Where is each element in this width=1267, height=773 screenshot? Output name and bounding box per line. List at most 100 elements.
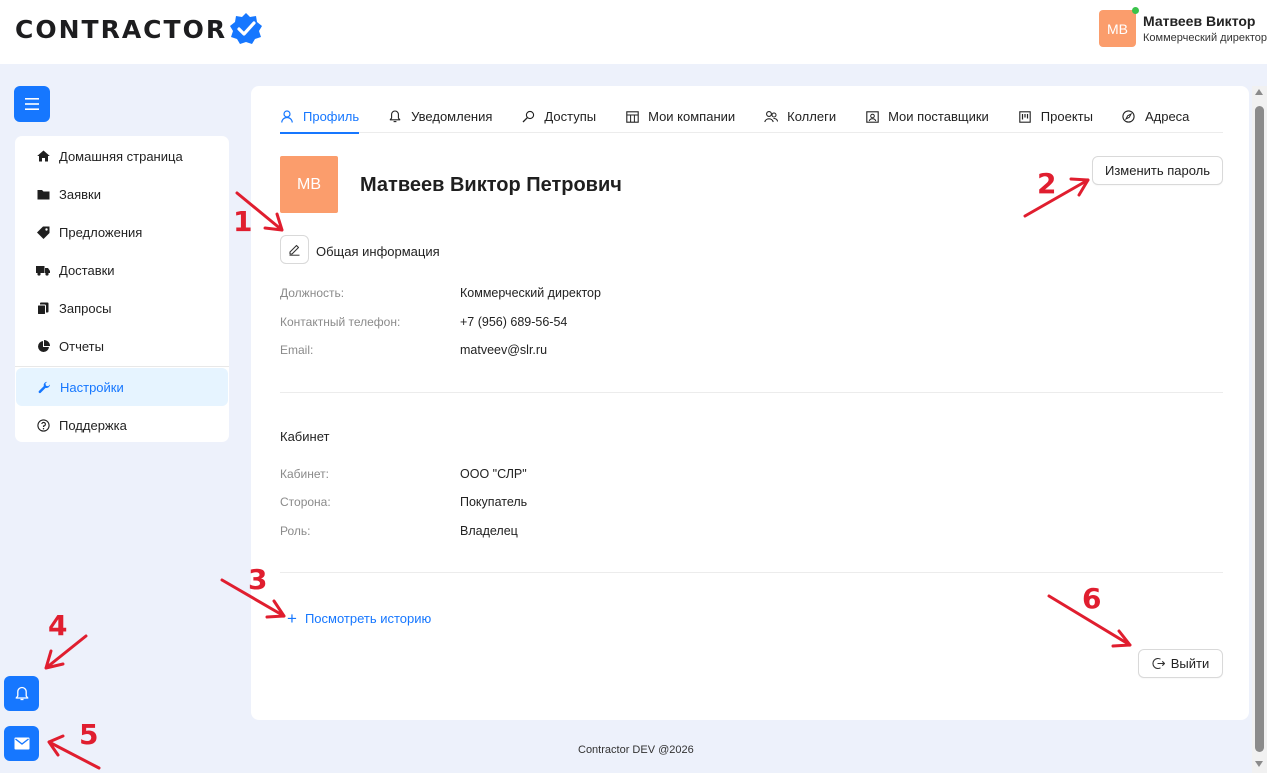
view-history-link[interactable]: + Посмотреть историю — [287, 610, 431, 627]
messages-float-button[interactable] — [4, 726, 39, 761]
user-name: Матвеев Виктор — [1143, 13, 1256, 29]
scroll-up-arrow-icon[interactable] — [1255, 89, 1263, 95]
truck-icon — [36, 263, 50, 277]
logo-text: CONTRACTOR — [15, 14, 228, 44]
project-icon — [1018, 110, 1032, 124]
settings-tabs: Профиль Уведомления Доступы Мои компании… — [280, 100, 1223, 134]
tab-label: Адреса — [1144, 109, 1190, 124]
cabinet-label: Кабинет: — [280, 467, 329, 481]
sidebar-item-support[interactable]: Поддержка — [15, 406, 229, 444]
profile-card: Профиль Уведомления Доступы Мои компании… — [251, 86, 1249, 720]
annotation-number-3: 3 — [248, 563, 268, 596]
side-value: Покупатель — [460, 495, 528, 509]
logo[interactable]: CONTRACTOR — [15, 12, 263, 46]
scroll-down-arrow-icon[interactable] — [1255, 761, 1263, 767]
user-menu[interactable]: MB Матвеев Виктор Коммерческий директор — [1099, 7, 1267, 47]
sidebar-item-offers[interactable]: Предложения — [15, 213, 229, 251]
general-info-title: Общая информация — [316, 244, 440, 259]
sidebar-item-deliveries[interactable]: Доставки — [15, 251, 229, 289]
cabinet-value: ООО "СЛР" — [460, 467, 527, 481]
menu-toggle-button[interactable] — [14, 86, 50, 122]
mail-icon — [14, 737, 29, 750]
role-value: Владелец — [460, 524, 518, 538]
home-icon — [36, 149, 50, 163]
edit-icon — [289, 244, 300, 256]
sidebar-item-home[interactable]: Домашняя страница — [15, 137, 229, 175]
online-status-dot — [1132, 7, 1139, 14]
user-icon — [280, 110, 294, 124]
annotation-number-5: 5 — [79, 718, 99, 751]
footer-text: Contractor DEV @2026 — [578, 744, 694, 756]
tab-colleagues[interactable]: Коллеги — [764, 100, 836, 133]
logout-button[interactable]: Выйти — [1138, 649, 1223, 678]
user-role: Коммерческий директор — [1143, 32, 1267, 44]
sidebar-nav: Домашняя страница Заявки Предложения Дос… — [15, 136, 229, 442]
verified-badge-icon — [230, 13, 263, 44]
tab-my-suppliers[interactable]: Мои поставщики — [865, 100, 989, 133]
sidebar-item-label: Предложения — [59, 224, 143, 240]
team-icon — [764, 110, 779, 124]
tab-label: Коллеги — [787, 109, 837, 124]
avatar: MB — [1099, 7, 1139, 47]
profile-avatar: MB — [280, 156, 338, 213]
logout-label: Выйти — [1170, 656, 1210, 671]
annotation-number-1: 1 — [233, 205, 253, 238]
tab-label: Мои компании — [648, 109, 736, 124]
position-label: Должность: — [280, 286, 345, 300]
section-divider — [280, 572, 1223, 573]
tab-projects[interactable]: Проекты — [1018, 100, 1093, 133]
edit-info-button[interactable] — [280, 235, 309, 264]
logout-icon — [1152, 657, 1165, 670]
hamburger-icon — [25, 98, 39, 110]
tab-access[interactable]: Доступы — [521, 100, 596, 133]
role-label: Роль: — [280, 524, 311, 538]
sidebar-item-label: Заявки — [59, 186, 101, 202]
change-password-button[interactable]: Изменить пароль — [1092, 156, 1223, 185]
notifications-float-button[interactable] — [4, 676, 39, 711]
side-label: Сторона: — [280, 495, 331, 509]
sidebar-item-label: Запросы — [59, 300, 112, 316]
tab-label: Уведомления — [411, 109, 493, 124]
tab-notifications[interactable]: Уведомления — [388, 100, 492, 133]
email-label: Email: — [280, 343, 314, 357]
contacts-icon — [865, 110, 879, 124]
sidebar-item-requests[interactable]: Заявки — [15, 175, 229, 213]
top-header: CONTRACTOR MB Матвеев Виктор Коммерчески… — [0, 0, 1267, 64]
user-info: Матвеев Виктор Коммерческий директор — [1143, 13, 1267, 44]
shop-icon — [625, 110, 639, 124]
annotation-number-6: 6 — [1082, 582, 1102, 615]
avatar-initials: MB — [1107, 20, 1128, 37]
sidebar-item-label: Доставки — [59, 262, 115, 278]
view-history-label: Посмотреть историю — [304, 611, 432, 626]
sidebar-item-reports[interactable]: Отчеты — [15, 327, 229, 365]
sidebar-item-label: Поддержка — [59, 417, 127, 433]
tab-addresses[interactable]: Адреса — [1122, 100, 1189, 133]
folder-icon — [36, 187, 50, 201]
pie-chart-icon — [36, 339, 50, 353]
key-icon — [521, 110, 535, 124]
tab-label: Мои поставщики — [888, 109, 989, 124]
question-circle-icon — [36, 418, 50, 432]
sidebar-item-settings[interactable]: Настройки — [16, 368, 228, 406]
tab-label: Доступы — [544, 109, 597, 124]
tab-profile[interactable]: Профиль — [280, 100, 360, 134]
bell-icon — [388, 110, 402, 124]
cabinet-title: Кабинет — [280, 429, 330, 444]
tab-label: Профиль — [303, 109, 360, 124]
position-value: Коммерческий директор — [460, 286, 601, 300]
bell-icon — [15, 686, 28, 700]
sidebar-item-queries[interactable]: Запросы — [15, 289, 229, 327]
plus-icon: + — [287, 609, 297, 628]
email-value: matveev@slr.ru — [460, 343, 548, 357]
tab-my-companies[interactable]: Мои компании — [625, 100, 735, 133]
sidebar-item-label: Домашняя страница — [59, 148, 183, 164]
profile-full-name: Матвеев Виктор Петрович — [360, 174, 622, 196]
sidebar-divider — [15, 366, 229, 367]
section-divider — [280, 392, 1223, 393]
phone-value: +7 (956) 689-56-54 — [460, 315, 568, 329]
scrollbar-thumb[interactable] — [1255, 106, 1264, 752]
wrench-icon — [37, 380, 51, 394]
annotation-number-4: 4 — [48, 609, 68, 642]
copy-icon — [36, 301, 50, 315]
sidebar-item-label: Настройки — [60, 379, 124, 395]
